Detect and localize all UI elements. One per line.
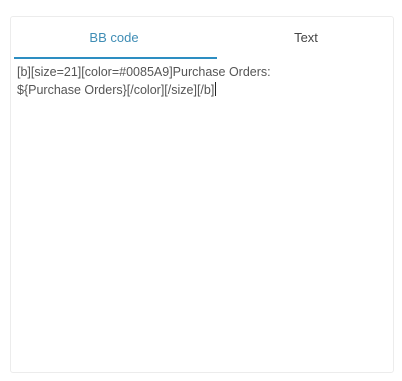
- bb-code-editor[interactable]: [b][size=21][color=#0085A9]Purchase Orde…: [11, 59, 393, 372]
- tab-text[interactable]: Text: [217, 17, 393, 59]
- tab-bb-code[interactable]: BB code: [11, 17, 217, 59]
- tab-bb-code-label: BB code: [89, 29, 139, 45]
- text-editor-panel: BB code Text [b][size=21][color=#0085A9]…: [10, 16, 394, 373]
- tab-text-label: Text: [294, 29, 318, 45]
- bb-code-content: [b][size=21][color=#0085A9]Purchase Orde…: [17, 65, 271, 97]
- text-caret: [215, 82, 217, 96]
- editor-tabs: BB code Text: [11, 17, 393, 59]
